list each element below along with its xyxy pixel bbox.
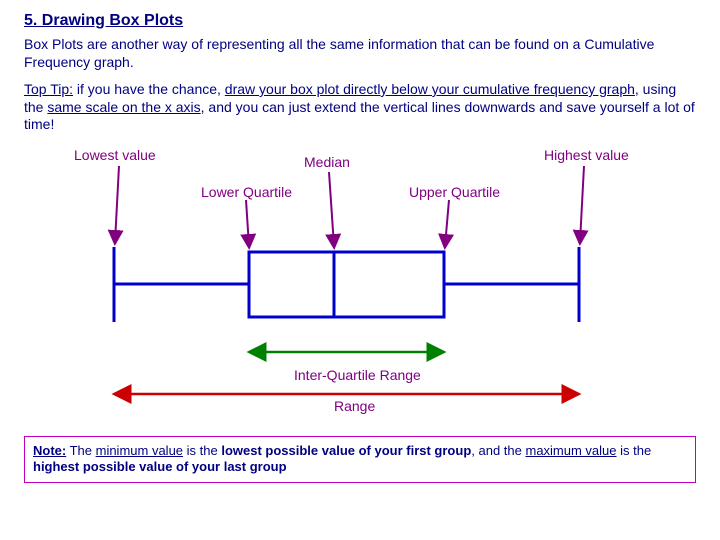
intro-text: Box Plots are another way of representin… — [24, 36, 696, 71]
tip-seg-1: if you have the chance, — [73, 81, 225, 97]
note-u1: minimum value — [96, 443, 183, 458]
note-b2: highest possible value of your last grou… — [33, 459, 287, 474]
top-tip: Top Tip: if you have the chance, draw yo… — [24, 81, 696, 134]
arrow-lq — [246, 200, 249, 246]
tip-underline-1: draw your box plot directly below your c… — [225, 81, 635, 97]
note-seg-1: The — [66, 443, 95, 458]
label-lowest-value: Lowest value — [74, 147, 156, 163]
boxplot-svg — [24, 142, 696, 432]
tip-label: Top Tip: — [24, 81, 73, 97]
arrow-highest — [580, 166, 584, 242]
note-u2: maximum value — [525, 443, 616, 458]
page: 5. Drawing Box Plots Box Plots are anoth… — [0, 0, 720, 540]
note-seg-4: is the — [617, 443, 652, 458]
label-median: Median — [304, 154, 350, 170]
arrow-median — [329, 172, 334, 246]
label-upper-quartile: Upper Quartile — [409, 184, 500, 200]
note-seg-2: is the — [183, 443, 221, 458]
section-title: 5. Drawing Box Plots — [24, 12, 696, 30]
label-iqr: Inter-Quartile Range — [294, 367, 421, 383]
note-label: Note: — [33, 443, 66, 458]
label-range: Range — [334, 398, 375, 414]
tip-underline-2: same scale on the x axis — [47, 99, 200, 115]
box — [249, 252, 444, 317]
arrow-uq — [445, 200, 449, 246]
note-b1: lowest possible value of your first grou… — [221, 443, 471, 458]
note-box: Note: The minimum value is the lowest po… — [24, 436, 696, 484]
label-highest-value: Highest value — [544, 147, 629, 163]
note-seg-3: , and the — [471, 443, 525, 458]
boxplot-diagram: Lowest value Median Highest value Lower … — [24, 142, 696, 432]
arrow-lowest — [115, 166, 119, 242]
label-lower-quartile: Lower Quartile — [201, 184, 292, 200]
